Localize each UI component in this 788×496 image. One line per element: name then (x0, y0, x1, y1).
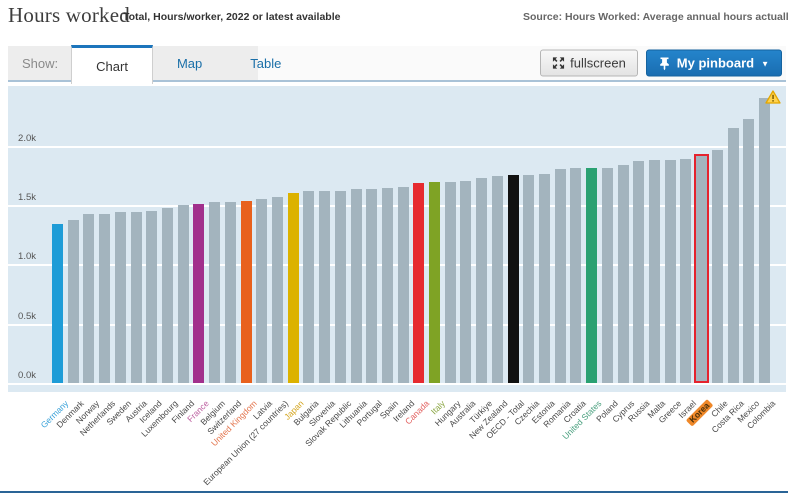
bar-korea[interactable] (694, 154, 709, 383)
fullscreen-label: fullscreen (570, 56, 626, 71)
bar-finland[interactable] (178, 205, 189, 383)
bar-switzerland[interactable] (225, 202, 236, 383)
bar-estonia[interactable] (539, 174, 550, 383)
bar-greece[interactable] (665, 160, 676, 383)
bar-slovenia[interactable] (319, 191, 330, 383)
view-switcher-bar: Show: Chart Map Table fullscreen My pinb… (8, 46, 786, 82)
source-note: Source: Hours Worked: Average annual hou… (523, 11, 788, 23)
bars-layer (52, 86, 770, 385)
bar-denmark[interactable] (68, 220, 79, 383)
bar-israel[interactable] (680, 159, 691, 383)
chart-subtitle: Total, Hours/worker, 2022 or latest avai… (123, 11, 340, 23)
bar-cyprus[interactable] (618, 165, 629, 383)
bar-slovak-republic[interactable] (335, 191, 346, 383)
pinboard-button[interactable]: My pinboard ▼ (646, 50, 782, 77)
bar-hungary[interactable] (445, 182, 456, 383)
bar-italy[interactable] (429, 182, 440, 383)
bar-new-zealand[interactable] (492, 176, 503, 383)
bar-united-kingdom[interactable] (241, 201, 252, 383)
bar-france[interactable] (193, 204, 204, 383)
bar-colombia[interactable] (759, 98, 770, 383)
bar-malta[interactable] (649, 160, 660, 383)
y-tick-0.5k: 0.5k (8, 311, 36, 322)
bar-poland[interactable] (602, 168, 613, 383)
tab-map[interactable]: Map (153, 46, 226, 80)
y-tick-1.5k: 1.5k (8, 192, 36, 203)
tab-group: Show: Chart Map Table (8, 46, 258, 80)
x-axis-labels: GermanyDenmarkNorwayNetherlandsSwedenAus… (8, 392, 786, 490)
bar-lithuania[interactable] (351, 189, 362, 383)
page-title: Hours worked (8, 3, 130, 28)
tab-chart[interactable]: Chart (71, 45, 153, 84)
bar-romania[interactable] (555, 169, 566, 383)
pinboard-label: My pinboard (677, 56, 754, 71)
bar-russia[interactable] (633, 161, 644, 383)
bar-latvia[interactable] (256, 199, 267, 383)
fullscreen-icon (552, 57, 565, 70)
bar-belgium[interactable] (209, 202, 220, 383)
bar-costa-rica[interactable] (728, 128, 739, 383)
warning-icon[interactable] (765, 90, 781, 104)
bar-japan[interactable] (288, 193, 299, 383)
bar-t-rkiye[interactable] (476, 178, 487, 383)
bar-czechia[interactable] (523, 175, 534, 383)
bar-spain[interactable] (382, 188, 393, 383)
bar-austria[interactable] (131, 212, 142, 383)
y-tick-2.0k: 2.0k (8, 133, 36, 144)
y-tick-0.0k: 0.0k (8, 370, 36, 381)
bar-oecd-total[interactable] (508, 175, 519, 383)
tab-table[interactable]: Table (226, 46, 305, 80)
fullscreen-button[interactable]: fullscreen (540, 50, 638, 77)
bar-bulgaria[interactable] (303, 191, 314, 383)
bar-mexico[interactable] (743, 119, 754, 383)
bar-australia[interactable] (460, 181, 471, 383)
bar-sweden[interactable] (115, 212, 126, 383)
bar-luxembourg[interactable] (162, 208, 173, 383)
bar-iceland[interactable] (146, 211, 157, 383)
show-label: Show: (8, 46, 71, 80)
bar-united-states[interactable] (586, 168, 597, 383)
bar-germany[interactable] (52, 224, 63, 383)
bar-portugal[interactable] (366, 189, 377, 383)
toolbar: fullscreen My pinboard ▼ (540, 50, 782, 77)
bar-netherlands[interactable] (99, 214, 110, 383)
bar-european-union-27-countries[interactable] (272, 197, 283, 383)
bar-croatia[interactable] (570, 168, 581, 383)
bar-ireland[interactable] (398, 187, 409, 383)
footer-divider (0, 491, 788, 493)
y-tick-1.0k: 1.0k (8, 251, 36, 262)
pin-icon (659, 56, 670, 70)
chevron-down-icon: ▼ (761, 58, 769, 68)
bar-chile[interactable] (712, 150, 723, 383)
chart-plot-area: 0.0k 0.5k 1.0k 1.5k 2.0k (8, 86, 786, 392)
bar-norway[interactable] (83, 214, 94, 383)
bar-canada[interactable] (413, 183, 424, 383)
